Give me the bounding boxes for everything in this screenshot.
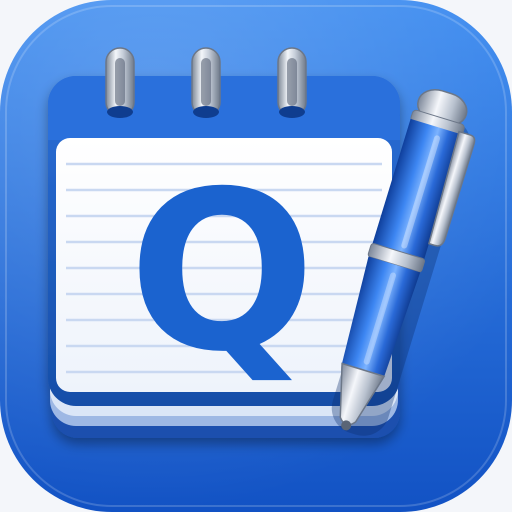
app-icon-artwork: Q [0, 0, 512, 512]
app-icon[interactable]: Q [0, 0, 512, 512]
notepad-letter: Q [128, 144, 315, 400]
